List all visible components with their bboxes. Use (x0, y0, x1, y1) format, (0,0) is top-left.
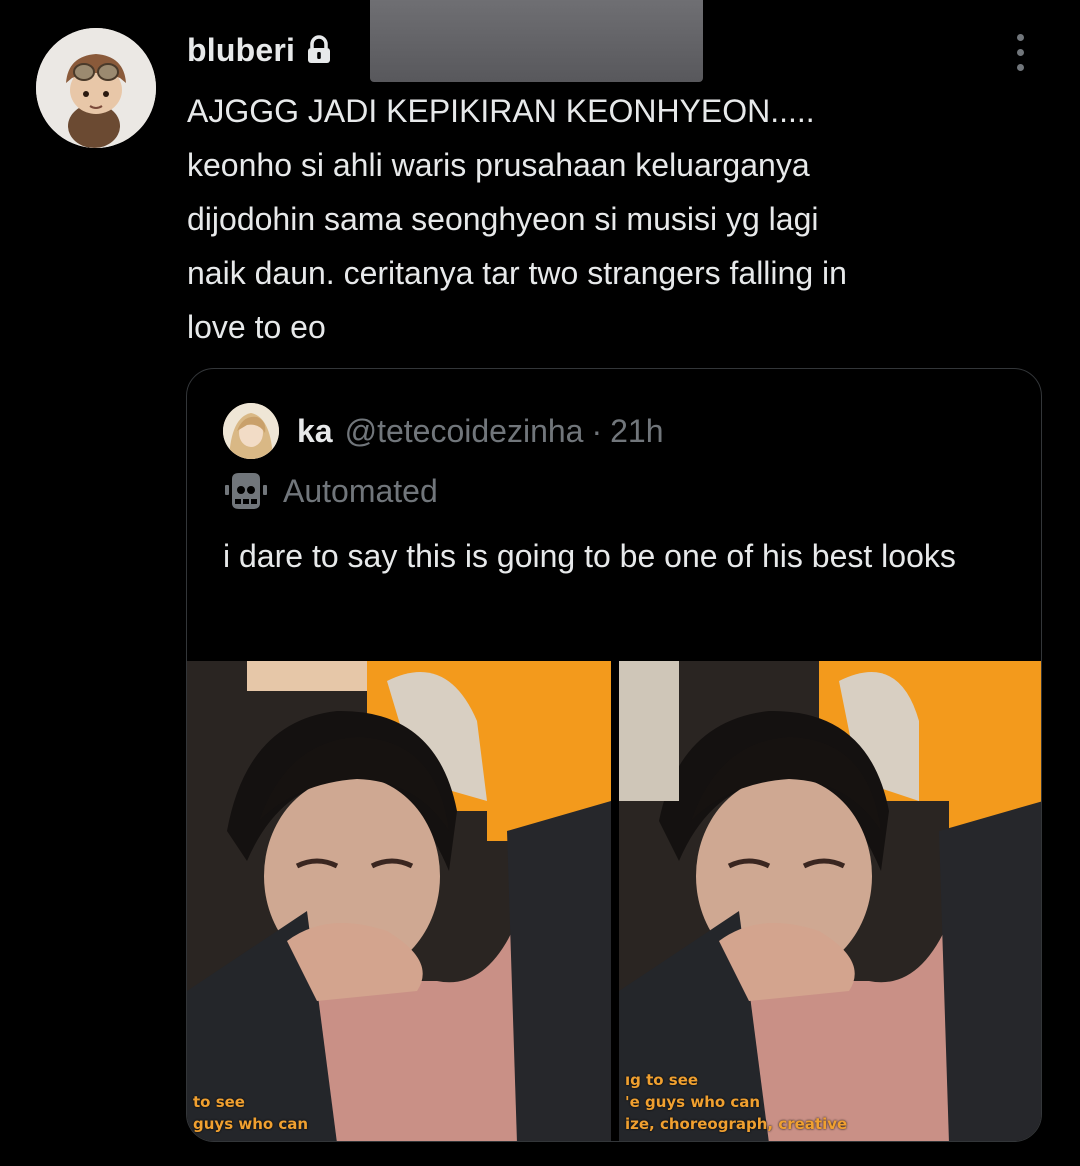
quote-text: i dare to say this is going to be one of… (223, 538, 956, 574)
quote-timestamp[interactable]: 21h (610, 413, 663, 450)
avatar-illustration (36, 28, 156, 148)
quote-header: ka @tetecoidezinha · 21h (223, 403, 664, 459)
caption-line: to see (193, 1093, 245, 1111)
quote-media-image-2[interactable]: ıg to see 'e guys who can ize, choreogra… (619, 661, 1041, 1141)
author-name-row: bluberi (187, 26, 333, 74)
automated-label-row: Automated (223, 469, 438, 513)
tweet-text: AJGGG JADI KEPIKIRAN KEONHYEON..... keon… (187, 93, 847, 345)
bot-icon (223, 471, 269, 511)
caption-line: 'e guys who can (625, 1093, 761, 1111)
photo-illustration (187, 661, 611, 1141)
caption-line: guys who can (193, 1115, 309, 1133)
quote-author-name[interactable]: ka (297, 413, 333, 450)
caption-line: ıg to see (625, 1071, 699, 1089)
separator-dot: · (591, 412, 603, 449)
lock-icon (305, 35, 333, 65)
author-display-name[interactable]: bluberi (187, 32, 295, 69)
author-avatar[interactable] (36, 28, 156, 148)
redacted-handle-block (370, 0, 703, 82)
media-caption-2: ıg to see 'e guys who can ize, choreogra… (625, 1069, 847, 1135)
quote-tweet-card[interactable]: ka @tetecoidezinha · 21h Automated i dar… (186, 368, 1042, 1142)
caption-line: ize, choreograph, creative (625, 1115, 848, 1133)
more-options-icon[interactable] (1005, 28, 1035, 76)
quote-author-handle[interactable]: @tetecoidezinha (345, 413, 584, 450)
automated-label: Automated (283, 472, 438, 509)
quote-author-avatar[interactable] (223, 403, 279, 459)
media-caption-1: to see guys who can (193, 1091, 308, 1135)
quote-media-image-1[interactable]: to see guys who can (187, 661, 611, 1141)
